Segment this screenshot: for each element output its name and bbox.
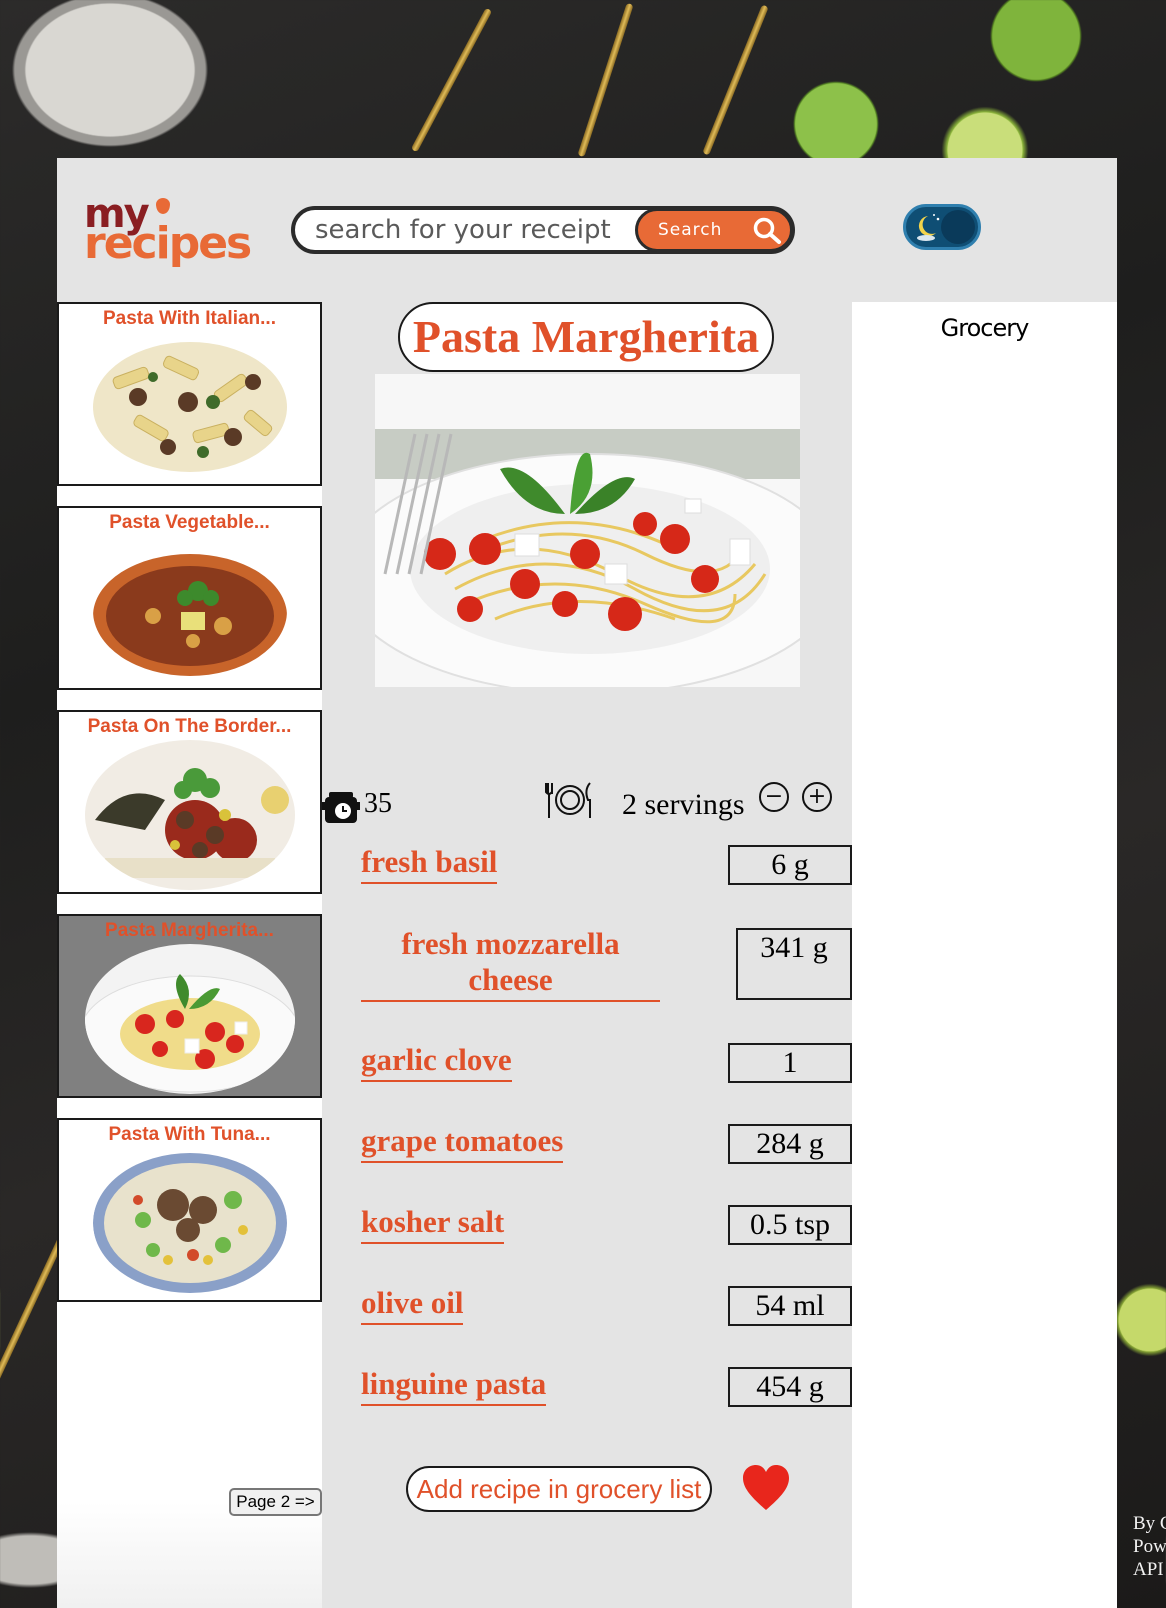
recipe-thumbnail bbox=[85, 944, 295, 1094]
logo-text-recipes: recipes bbox=[84, 218, 252, 269]
add-to-grocery-button[interactable]: Add recipe in grocery list bbox=[406, 1466, 712, 1512]
search-icon bbox=[753, 217, 781, 244]
recipe-card-title: Pasta On The Border... bbox=[87, 716, 292, 737]
moon-icon bbox=[917, 214, 940, 241]
ingredient-amount: 0.5 tsp bbox=[728, 1205, 852, 1245]
recipe-card-title: Pasta Margherita... bbox=[105, 920, 274, 941]
search-button[interactable]: Search bbox=[635, 208, 793, 252]
recipe-thumbnail bbox=[93, 342, 287, 472]
logo-dot bbox=[156, 198, 170, 214]
search-input[interactable] bbox=[315, 214, 635, 246]
grocery-title: Grocery bbox=[940, 314, 1030, 342]
servings-count: 2 servings bbox=[622, 788, 745, 821]
recipe-card[interactable]: Pasta On The Border... bbox=[57, 710, 322, 894]
recipe-thumbnail bbox=[85, 740, 295, 890]
ingredient-name[interactable]: linguine pasta bbox=[361, 1366, 547, 1406]
timer-icon bbox=[322, 792, 360, 823]
recipe-title: Pasta Margherita bbox=[398, 302, 774, 372]
decrease-servings-button[interactable]: − bbox=[759, 782, 789, 812]
footer-credit: By C Pow API bbox=[1133, 1513, 1166, 1580]
ingredient-amount: 6 g bbox=[728, 845, 852, 885]
ingredient-amount: 454 g bbox=[728, 1367, 852, 1407]
ingredient-amount: 1 bbox=[728, 1043, 852, 1083]
ingredient-name[interactable]: garlic clove bbox=[361, 1042, 512, 1082]
ingredient-name[interactable]: grape tomatoes bbox=[361, 1123, 564, 1163]
recipe-card-title: Pasta Vegetable... bbox=[109, 512, 270, 533]
plate-cutlery-icon bbox=[545, 782, 591, 818]
recipe-thumbnail bbox=[93, 1150, 287, 1296]
next-page-button[interactable]: Page 2 => bbox=[229, 1488, 322, 1516]
search-button-label: Search bbox=[658, 220, 723, 240]
background-utensil bbox=[702, 4, 769, 156]
ingredient-name[interactable]: fresh mozzarella cheese bbox=[361, 926, 660, 1002]
background-utensil bbox=[577, 2, 634, 158]
search-bar: Search bbox=[291, 206, 795, 254]
increase-servings-button[interactable]: + bbox=[802, 782, 832, 812]
cook-time: 35 bbox=[364, 788, 392, 819]
recipe-list-sidebar: Pasta With Italian... Pasta Vegetable...… bbox=[57, 302, 322, 1608]
recipe-thumbnail bbox=[93, 546, 287, 676]
recipe-card[interactable]: Pasta With Italian... bbox=[57, 302, 322, 486]
app-panel: my recipes Search Pasta With Italian... bbox=[57, 158, 1117, 1608]
ingredient-amount: 284 g bbox=[728, 1124, 852, 1164]
background-utensil bbox=[410, 7, 493, 153]
recipe-hero-image bbox=[375, 374, 800, 687]
recipe-card[interactable]: Pasta Margherita... bbox=[57, 914, 322, 1098]
logo[interactable]: my recipes bbox=[84, 194, 259, 270]
ingredient-name[interactable]: kosher salt bbox=[361, 1204, 505, 1244]
grocery-panel: Grocery bbox=[852, 302, 1117, 1608]
recipe-card-title: Pasta With Italian... bbox=[103, 308, 276, 329]
ingredient-name[interactable]: olive oil bbox=[361, 1285, 464, 1325]
ingredient-name[interactable]: fresh basil bbox=[361, 844, 498, 884]
ingredient-amount: 54 ml bbox=[728, 1286, 852, 1326]
ingredient-amount: 341 g bbox=[736, 928, 852, 1000]
recipe-card-title: Pasta With Tuna... bbox=[108, 1124, 271, 1145]
dark-mode-toggle[interactable] bbox=[903, 204, 981, 250]
toggle-knob bbox=[941, 210, 975, 244]
recipe-card[interactable]: Pasta With Tuna... bbox=[57, 1118, 322, 1302]
recipe-card[interactable]: Pasta Vegetable... bbox=[57, 506, 322, 690]
favorite-heart-icon[interactable] bbox=[741, 1464, 791, 1514]
